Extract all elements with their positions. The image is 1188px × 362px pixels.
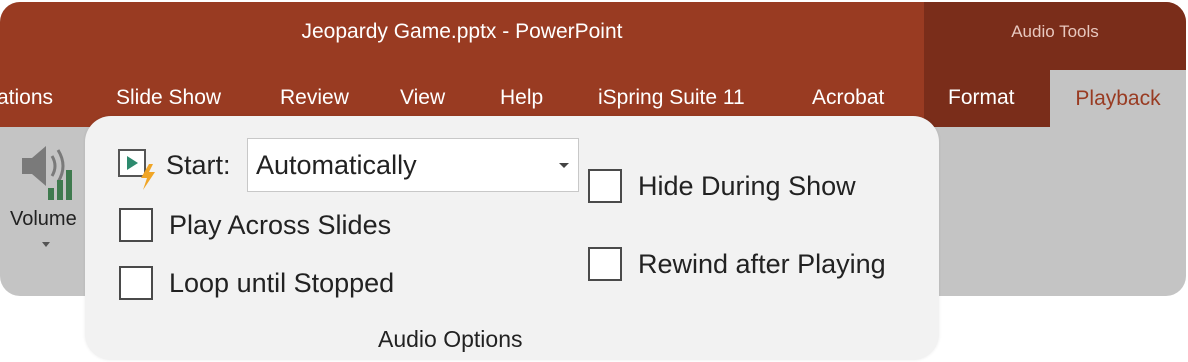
tab-review[interactable]: Review xyxy=(280,86,349,110)
rewind-after-playing-label[interactable]: Rewind after Playing xyxy=(638,249,886,280)
speaker-volume-icon[interactable] xyxy=(16,142,80,207)
tab-slide-show[interactable]: Slide Show xyxy=(116,86,221,110)
tab-ispring-suite[interactable]: iSpring Suite 11 xyxy=(598,86,745,110)
tab-help[interactable]: Help xyxy=(500,86,543,110)
hide-during-show-label[interactable]: Hide During Show xyxy=(638,171,856,202)
chevron-down-icon[interactable] xyxy=(559,163,569,168)
start-dropdown-value: Automatically xyxy=(256,150,417,180)
start-dropdown[interactable]: Automatically xyxy=(247,138,579,192)
rewind-after-playing-checkbox[interactable] xyxy=(588,247,622,281)
tab-format[interactable]: Format xyxy=(948,86,1015,110)
contextual-group-label: Audio Tools xyxy=(1011,22,1099,41)
start-label: Start: xyxy=(166,150,231,180)
tab-view[interactable]: View xyxy=(400,86,445,110)
volume-dropdown-caret[interactable] xyxy=(42,242,50,247)
loop-until-stopped-checkbox[interactable] xyxy=(119,266,153,300)
tab-acrobat[interactable]: Acrobat xyxy=(812,86,884,110)
play-across-slides-checkbox[interactable] xyxy=(119,208,153,242)
window-title: Jeopardy Game.pptx - PowerPoint xyxy=(301,20,623,43)
tab-animations[interactable]: ations xyxy=(0,86,53,110)
hide-during-show-checkbox[interactable] xyxy=(588,169,622,203)
loop-until-stopped-label[interactable]: Loop until Stopped xyxy=(169,268,394,299)
volume-label[interactable]: Volume xyxy=(10,208,77,231)
play-across-slides-label[interactable]: Play Across Slides xyxy=(169,210,391,241)
play-start-icon xyxy=(117,148,161,195)
tab-playback[interactable]: Playback xyxy=(1050,70,1186,127)
group-label: Audio Options xyxy=(378,326,523,352)
